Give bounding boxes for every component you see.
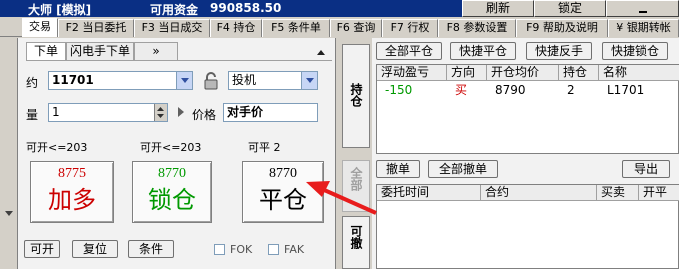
chevron-down-icon (306, 78, 314, 83)
qty-label: 量 (26, 108, 39, 122)
fak-label: FAK (284, 243, 305, 256)
app-title: 大师 [模拟] (28, 3, 92, 17)
col-side: 买卖 (597, 185, 639, 201)
left-strip (0, 38, 18, 269)
lock-price: 8770 (158, 166, 186, 181)
funds-value: 990858.50 (210, 1, 282, 15)
window-control[interactable] (606, 0, 679, 17)
refresh-button[interactable]: 刷新 (462, 0, 534, 17)
tab-help[interactable]: F9 帮助及说明 (516, 19, 608, 37)
unlock-icon[interactable] (204, 72, 220, 90)
positions-side-label: 持仓 (349, 83, 363, 107)
tab-trade[interactable]: 交易 (22, 18, 58, 37)
order-panel: 下单 闪电手下单 » 约 11701 投机 量 1 价格 对手价 可开<=203… (18, 38, 336, 269)
tab-today-orders[interactable]: F2 当日委托 (58, 19, 134, 37)
col-order-time: 委托时间 (377, 185, 481, 201)
stepper-arrows-icon (157, 107, 164, 118)
row-avg-price: 8790 (495, 83, 526, 97)
collapse-icon[interactable] (316, 48, 326, 56)
row-pnl: -150 (385, 83, 413, 97)
contract-input[interactable]: 11701 (48, 71, 193, 90)
tab-positions[interactable]: F4 持仓 (210, 19, 262, 37)
quick-reverse-button[interactable]: 快捷反手 (526, 42, 592, 60)
buy-price: 8775 (58, 166, 86, 181)
tab-query[interactable]: F6 查询 (330, 19, 382, 37)
can-open-button[interactable]: 可开 (24, 240, 60, 258)
subtab-flash-order[interactable]: 闪电手下单 (66, 42, 134, 60)
col-name: 名称 (599, 65, 679, 81)
fak-checkbox[interactable] (268, 244, 279, 255)
chevron-down-icon (181, 78, 189, 83)
hedge-select[interactable]: 投机 (228, 71, 318, 90)
row-name: L1701 (607, 83, 645, 97)
contract-dropdown-button[interactable] (176, 72, 192, 89)
col-direction: 方向 (447, 65, 487, 81)
buy-open-button[interactable]: 8775 加多 (30, 161, 114, 223)
hedge-dropdown-button[interactable] (301, 72, 317, 89)
fok-label: FOK (230, 243, 253, 256)
positions-orders-panel: 全部平仓 快捷平仓 快捷反手 快捷锁仓 浮动盈亏 方向 开仓均价 持仓 名称 -… (372, 38, 679, 269)
cancelable-side-label: 可撤 (349, 225, 363, 249)
quick-close-button[interactable]: 快捷平仓 (450, 42, 516, 60)
function-tabs: 交易 F2 当日委托 F3 当日成交 F4 持仓 F5 条件单 F6 查询 F7… (0, 17, 679, 37)
subtab-more[interactable]: » (134, 42, 178, 60)
minimize-icon (638, 11, 647, 13)
tab-exercise[interactable]: F7 行权 (382, 19, 438, 37)
title-bar: 大师 [模拟] 可用资金 990858.50 刷新 锁定 (0, 0, 679, 17)
price-input[interactable]: 对手价 (223, 103, 318, 122)
quick-lock-button[interactable]: 快捷锁仓 (602, 42, 668, 60)
buy-action-label: 加多 (48, 186, 96, 214)
row-direction: 买 (455, 83, 468, 97)
contract-value: 11701 (52, 73, 94, 87)
price-value: 对手价 (227, 105, 264, 119)
hedge-value: 投机 (232, 73, 257, 87)
qty-stepper[interactable] (154, 104, 167, 121)
tab-settings[interactable]: F8 参数设置 (438, 19, 516, 37)
lock-action-label: 锁仓 (148, 186, 196, 214)
condition-button[interactable]: 条件 (128, 240, 174, 258)
tab-bank-transfer[interactable]: ¥ 银期转帐 (608, 19, 679, 37)
cancel-all-button[interactable]: 全部撤单 (428, 160, 498, 178)
tab-conditional[interactable]: F5 条件单 (262, 19, 330, 37)
lock-available: 可开<=203 (140, 141, 202, 154)
cancelable-side-button[interactable]: 可撤 (342, 216, 370, 269)
lock-position-button[interactable]: 8770 锁仓 (132, 161, 212, 223)
export-button[interactable]: 导出 (622, 160, 670, 178)
divider (26, 60, 332, 61)
fok-checkbox[interactable] (214, 244, 225, 255)
col-contract: 合约 (481, 185, 597, 201)
row-qty: 2 (567, 83, 575, 97)
col-pnl: 浮动盈亏 (377, 65, 447, 81)
contract-label: 约 (26, 76, 39, 90)
tab-today-trades[interactable]: F3 当日成交 (134, 19, 210, 37)
chevron-down-icon[interactable] (4, 210, 14, 218)
close-available: 可平 2 (248, 141, 281, 154)
annotation-arrow (306, 181, 377, 215)
positions-side-button[interactable]: 持仓 (342, 44, 370, 148)
subtab-order[interactable]: 下单 (26, 42, 66, 60)
funds-label: 可用资金 (150, 3, 199, 17)
cancel-order-button[interactable]: 撤单 (376, 160, 420, 178)
reset-button[interactable]: 复位 (72, 240, 118, 258)
orders-table: 委托时间 合约 买卖 开平 (376, 184, 679, 269)
info-icon (178, 107, 184, 117)
positions-table: 浮动盈亏 方向 开仓均价 持仓 名称 -150 买 8790 2 L1701 (376, 64, 679, 154)
close-all-button[interactable]: 全部平仓 (376, 42, 442, 60)
col-qty: 持仓 (559, 65, 599, 81)
lock-button[interactable]: 锁定 (534, 0, 606, 17)
price-label: 价格 (192, 108, 217, 122)
buy-available: 可开<=203 (26, 141, 88, 154)
col-open-close: 开平 (639, 185, 679, 201)
qty-value: 1 (52, 105, 60, 119)
col-avg-price: 开仓均价 (487, 65, 559, 81)
qty-input[interactable]: 1 (48, 103, 168, 122)
